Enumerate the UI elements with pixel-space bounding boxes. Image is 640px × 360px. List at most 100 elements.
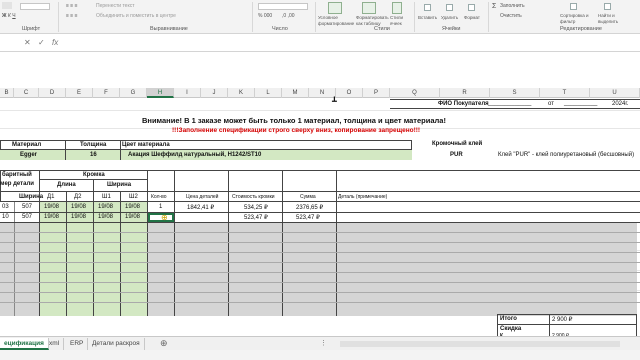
column-header-b[interactable]: B	[0, 88, 14, 98]
row1-d1[interactable]: 19/08	[44, 204, 59, 210]
from-label: от	[548, 101, 554, 107]
ribbon-separator	[58, 2, 59, 32]
column-header-s[interactable]: S	[490, 88, 540, 98]
row1-d2[interactable]: 19/08	[71, 204, 86, 210]
row2-sh2[interactable]: 19/08	[125, 214, 140, 220]
divider	[0, 232, 640, 233]
autosum-icon[interactable]: Σ	[492, 3, 496, 10]
column-header-l[interactable]: L	[255, 88, 282, 98]
tab-xml[interactable]: xml	[45, 338, 65, 350]
align-top-icon[interactable]: ≡ ≡ ≡	[66, 3, 78, 9]
row1-qty[interactable]: 1	[159, 204, 162, 210]
row1-sh2[interactable]: 19/08	[125, 204, 140, 210]
insert-cells-icon[interactable]	[424, 4, 431, 11]
conditional-format-icon[interactable]	[328, 2, 342, 14]
wrap-text-button[interactable]: Перенести текст	[96, 3, 135, 9]
row1-edge-cost: 534,25 ₽	[244, 205, 268, 211]
column-header-c[interactable]: C	[14, 88, 39, 98]
find-select-button[interactable]: Найти и выделить	[598, 13, 626, 24]
column-header-i[interactable]: I	[174, 88, 201, 98]
table-format-button[interactable]: Форматировать как таблицу	[356, 15, 390, 26]
insert-button[interactable]: Вставить	[418, 15, 437, 20]
sum-header: Сумма	[300, 194, 316, 200]
edge-glue-label: Кромочный клей	[432, 141, 483, 147]
material-value[interactable]: Egger	[20, 152, 37, 158]
total-label: Итого	[500, 316, 517, 322]
sort-filter-icon[interactable]	[570, 3, 577, 10]
font-size-box[interactable]	[20, 3, 50, 12]
column-header-d[interactable]: D	[39, 88, 66, 98]
delete-cells-icon[interactable]	[446, 4, 453, 11]
column-header-r[interactable]: R	[440, 88, 490, 98]
ribbon-separator	[414, 2, 415, 32]
column-header-m[interactable]: M	[282, 88, 309, 98]
merge-center-button[interactable]: Объединить и поместить в центре	[96, 13, 176, 19]
tab-erp[interactable]: ERP	[66, 338, 89, 350]
divider	[120, 140, 121, 160]
column-header-e[interactable]: E	[66, 88, 93, 98]
cell-styles-button[interactable]: Стили ячеек	[390, 15, 412, 26]
row2-width[interactable]: 507	[22, 214, 32, 220]
column-header-u[interactable]: U	[590, 88, 640, 98]
row2-sum: 523,47 ₽	[296, 215, 320, 221]
clear-button[interactable]: Очистить	[500, 13, 522, 19]
column-header-p[interactable]: P	[363, 88, 390, 98]
status-bar	[0, 350, 640, 360]
confirm-icon[interactable]: ✓	[38, 38, 45, 47]
more-options-icon[interactable]: ⋮	[320, 339, 327, 347]
align-left-icon[interactable]: ≡ ≡ ≡	[66, 13, 78, 19]
bold-icon[interactable]: Ж К Ч	[2, 13, 16, 19]
cell-styles-icon[interactable]	[392, 2, 402, 14]
buyer-label: ФИО Покупателя	[438, 101, 489, 107]
divider	[0, 302, 640, 303]
divider	[0, 212, 640, 213]
price-header: Цена деталей	[186, 194, 219, 200]
horizontal-scrollbar[interactable]	[340, 341, 620, 347]
column-header-g[interactable]: G	[120, 88, 147, 98]
format-button[interactable]: Формат	[464, 15, 480, 20]
tab-specification[interactable]: ецификация	[0, 338, 49, 350]
row1-width[interactable]: 507	[22, 204, 32, 210]
color-value[interactable]: Акация Шеффилд натуральный, H1242/ST10	[128, 152, 261, 158]
clipboard-icon[interactable]	[2, 2, 12, 9]
format-cells-icon[interactable]	[468, 4, 475, 11]
column-header-k[interactable]: K	[228, 88, 255, 98]
column-header-h[interactable]: H	[147, 88, 174, 98]
conditional-format-button[interactable]: Условное форматирование	[318, 15, 354, 26]
column-header-o[interactable]: O	[336, 88, 363, 98]
sh1-header: Ш1	[102, 194, 111, 200]
row1-length[interactable]: 03	[2, 204, 9, 210]
cancel-icon[interactable]: ✕	[24, 38, 31, 47]
edge-glue-value[interactable]: PUR	[450, 152, 463, 158]
divider	[66, 192, 67, 316]
divider	[0, 282, 640, 283]
formula-input[interactable]	[66, 38, 626, 49]
column-header-q[interactable]: Q	[390, 88, 440, 98]
cursor-icon: ⊕	[161, 213, 168, 222]
number-format-box[interactable]	[258, 3, 308, 12]
ribbon-separator	[488, 2, 489, 32]
sort-filter-button[interactable]: Сортировка и фильтр	[560, 13, 590, 24]
table-format-icon[interactable]	[362, 2, 376, 14]
row2-d1[interactable]: 19/08	[44, 214, 59, 220]
add-sheet-icon[interactable]: ⊕	[160, 338, 168, 349]
column-header-f[interactable]: F	[93, 88, 120, 98]
decimal-icon[interactable]: ,0 ,00	[282, 13, 295, 19]
divider	[336, 170, 337, 316]
currency-icon[interactable]: % 000	[258, 13, 272, 19]
fx-icon[interactable]: fx	[52, 38, 58, 47]
row2-length[interactable]: 10	[2, 214, 9, 220]
delete-button[interactable]: Удалить	[441, 15, 458, 20]
ribbon-separator	[252, 2, 253, 32]
column-header-j[interactable]: J	[201, 88, 228, 98]
row2-d2[interactable]: 19/08	[71, 214, 86, 220]
anchor-icon: ┻	[332, 97, 337, 106]
thickness-value[interactable]: 16	[90, 152, 97, 158]
fill-button[interactable]: Заполнить	[500, 3, 525, 9]
find-select-icon[interactable]	[604, 3, 611, 10]
row1-sh1[interactable]: 19/08	[98, 204, 113, 210]
divider	[497, 324, 637, 325]
tab-cut-details[interactable]: Детали раскроя	[88, 338, 145, 350]
column-header-t[interactable]: T	[540, 88, 590, 98]
row2-sh1[interactable]: 19/08	[98, 214, 113, 220]
